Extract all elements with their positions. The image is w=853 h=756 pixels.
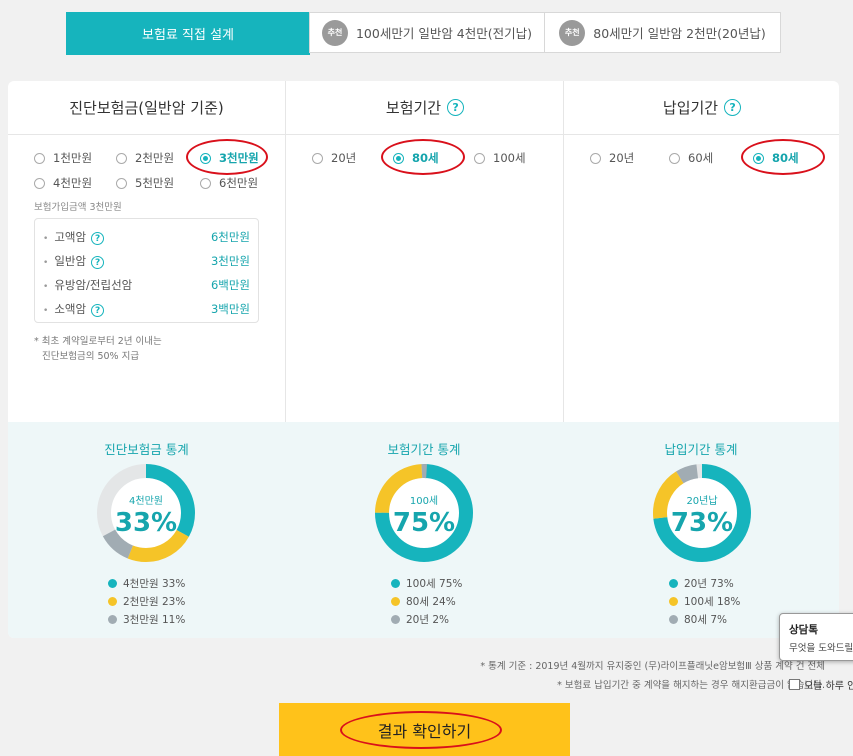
- tab-label: 80세만기 일반암 2천만(20년납): [593, 26, 766, 41]
- amount-option-60m[interactable]: 6천만원: [200, 175, 258, 191]
- amount-stats: 진단보험금 통계 4천만원 33% 4천만원 33% 2천만원 23% 3천만원…: [8, 422, 285, 638]
- amount-title: 진단보험금(일반암 기준): [8, 81, 285, 135]
- legend-swatch: [391, 578, 400, 588]
- breakdown-row: 유방암/전립선암 6백만원: [43, 275, 250, 295]
- help-icon[interactable]: ?: [724, 99, 742, 116]
- recommend-badge: 추천: [321, 19, 348, 46]
- radio-icon: [590, 152, 601, 164]
- design-panel: 진단보험금(일반암 기준) 1천만원 2천만원 3천만원 4천만원 5천만원 6…: [8, 81, 839, 638]
- radio-icon: [474, 152, 485, 164]
- help-icon[interactable]: ?: [91, 256, 105, 270]
- help-icon[interactable]: ?: [91, 304, 105, 318]
- legend-item: 3천만원 11%: [108, 610, 185, 628]
- statistics-notes: * 통계 기준 : 2019년 4월까지 유지중인 (무)라이프플래닛e암보험Ⅲ…: [480, 661, 825, 691]
- legend-item: 100세 18%: [669, 592, 740, 610]
- tab-recommend-80[interactable]: 추천 80세만기 일반암 2천만(20년납): [544, 12, 781, 53]
- pay-option-60[interactable]: 60세: [669, 150, 713, 166]
- legend-swatch: [108, 578, 117, 588]
- stats-title: 진단보험금 통계: [104, 442, 189, 457]
- legend-item: 80세 7%: [669, 610, 740, 628]
- design-tabs: 보험료 직접 설계 추천 100세만기 일반암 4천만(전기납) 추천 80세만…: [66, 12, 782, 55]
- recommend-badge: 추천: [559, 19, 586, 46]
- tab-direct-design[interactable]: 보험료 직접 설계: [66, 12, 310, 55]
- stats-title: 보험기간 통계: [387, 442, 461, 457]
- tab-recommend-100[interactable]: 추천 100세만기 일반암 4천만(전기납): [309, 12, 545, 53]
- legend-swatch: [391, 596, 400, 606]
- legend-item: 4천만원 33%: [108, 574, 185, 592]
- donut-center: 100세 75%: [392, 495, 456, 538]
- pay-stats: 납입기간 통계 20년납 73% 20년 73% 100세 18% 80세 7%: [563, 422, 839, 638]
- breakdown-row: 고액암? 6천만원: [43, 227, 250, 247]
- radio-icon: [669, 152, 680, 164]
- legend-swatch: [108, 614, 117, 624]
- stats-legend: 20년 73% 100세 18% 80세 7%: [669, 574, 740, 628]
- stats-legend: 100세 75% 80세 24% 20년 2%: [391, 574, 462, 628]
- legend-swatch: [669, 614, 678, 624]
- radio-icon: [200, 177, 211, 189]
- legend-swatch: [669, 596, 678, 606]
- amount-option-10m[interactable]: 1천만원: [34, 150, 92, 166]
- term-stats: 보험기간 통계 100세 75% 100세 75% 80세 24% 20년 2%: [285, 422, 563, 638]
- radio-icon: [116, 152, 127, 164]
- amount-option-40m[interactable]: 4천만원: [34, 175, 92, 191]
- stats-legend: 4천만원 33% 2천만원 23% 3천만원 11%: [108, 574, 185, 628]
- statistics-area: 진단보험금 통계 4천만원 33% 4천만원 33% 2천만원 23% 3천만원…: [8, 422, 839, 638]
- highlight-oval: [741, 139, 825, 175]
- chat-popup[interactable]: 상담톡 무엇을 도와드릴까요?: [779, 613, 853, 661]
- coverage-breakdown: 고액암? 6천만원 일반암? 3천만원 유방암/전립선암 6백만원 소액암? 3…: [34, 218, 259, 323]
- payment-footnote: * 최초 계약일로부터 2년 이내는 진단보험금의 50% 지급: [34, 336, 162, 362]
- term-title: 보험기간?: [286, 81, 564, 135]
- highlight-oval: [381, 139, 465, 175]
- pay-option-20y[interactable]: 20년: [590, 150, 634, 166]
- chat-title: 상담톡: [789, 624, 818, 636]
- donut-center: 4천만원 33%: [114, 495, 178, 538]
- legend-item: 20년 73%: [669, 574, 740, 592]
- legend-item: 2천만원 23%: [108, 592, 185, 610]
- radio-icon: [312, 152, 323, 164]
- radio-icon: [116, 177, 127, 189]
- help-icon[interactable]: ?: [447, 99, 465, 116]
- highlight-oval: [340, 711, 502, 749]
- term-option-100[interactable]: 100세: [474, 150, 526, 166]
- checkbox-icon: [789, 679, 800, 690]
- donut-center: 20년납 73%: [670, 495, 734, 538]
- legend-item: 20년 2%: [391, 610, 462, 628]
- radio-icon: [34, 152, 45, 164]
- chat-subtitle: 무엇을 도와드릴까요?: [789, 643, 853, 654]
- legend-swatch: [669, 578, 678, 588]
- amount-option-20m[interactable]: 2천만원: [116, 150, 174, 166]
- legend-item: 100세 75%: [391, 574, 462, 592]
- highlight-oval: [186, 139, 268, 175]
- legend-swatch: [108, 596, 117, 606]
- term-option-20y[interactable]: 20년: [312, 150, 356, 166]
- help-icon[interactable]: ?: [91, 232, 105, 246]
- tab-label: 100세만기 일반암 4천만(전기납): [355, 26, 532, 41]
- stats-title: 납입기간 통계: [664, 442, 738, 457]
- amount-option-50m[interactable]: 5천만원: [116, 175, 174, 191]
- pay-title: 납입기간?: [564, 81, 839, 135]
- hide-today-checkbox[interactable]: 오늘 하루 안보기: [789, 677, 853, 692]
- breakdown-row: 소액암? 3백만원: [43, 299, 250, 319]
- legend-swatch: [391, 614, 400, 624]
- coverage-amount-note: 보험가입금액 3천만원: [34, 202, 122, 213]
- breakdown-row: 일반암? 3천만원: [43, 251, 250, 271]
- radio-icon: [34, 177, 45, 189]
- legend-item: 80세 24%: [391, 592, 462, 610]
